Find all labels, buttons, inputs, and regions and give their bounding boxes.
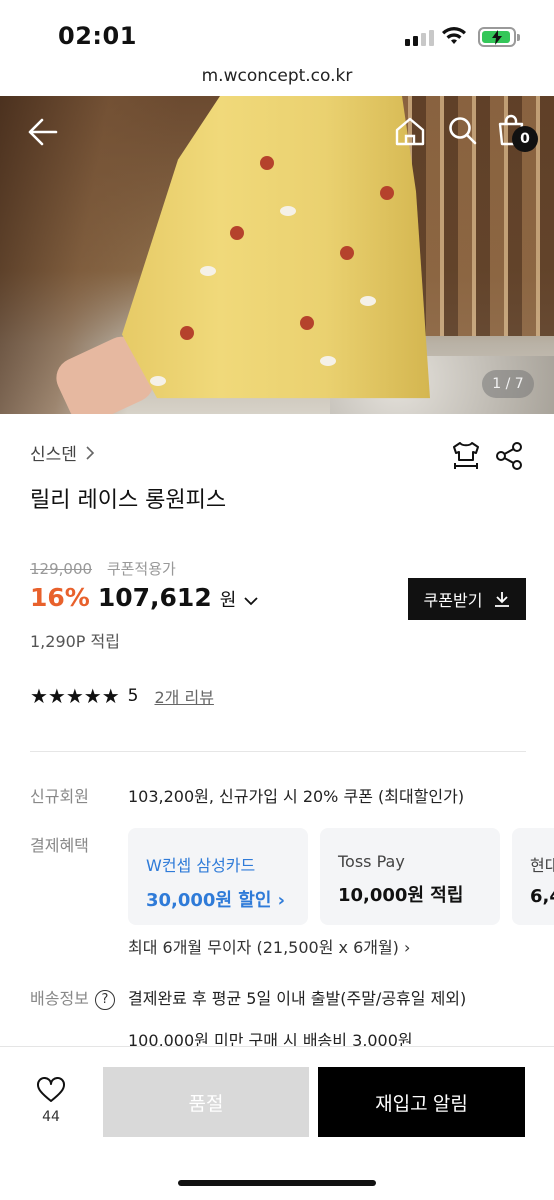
home-indicator	[178, 1180, 376, 1186]
heart-icon	[37, 1077, 65, 1102]
installment-info[interactable]: 최대 6개월 무이자 (21,500원 x 6개월) ›	[128, 934, 410, 958]
restock-alert-button[interactable]: 재입고 알림	[318, 1067, 525, 1137]
home-icon[interactable]	[394, 116, 426, 146]
status-time: 02:01	[58, 22, 137, 50]
cellular-signal-icon	[405, 30, 434, 46]
browser-url[interactable]: m.wconcept.co.kr	[0, 62, 554, 96]
bottom-action-bar: 44 품절 재입고 알림	[0, 1046, 554, 1200]
product-title: 릴리 레이스 롱원피스	[30, 488, 227, 513]
search-icon[interactable]	[448, 116, 478, 146]
battery-icon	[478, 27, 520, 47]
star-rating-icon: ★★★★★	[30, 684, 120, 708]
soldout-button[interactable]: 품절	[103, 1067, 309, 1137]
size-guide-icon[interactable]	[450, 440, 482, 472]
shipping-label: 배송정보?	[30, 985, 115, 1010]
wifi-icon	[442, 27, 466, 44]
original-price: 129,000	[30, 560, 93, 578]
chevron-right-icon	[86, 445, 95, 460]
rating-score: 5	[127, 686, 139, 706]
product-image[interactable]: 1 / 7	[0, 96, 554, 414]
shipping-line-1: 결제완료 후 평균 5일 이내 출발(주말/공휴일 제외)	[128, 989, 467, 1008]
payment-benefit-label: 결제혜택	[30, 836, 89, 855]
payment-card-samsung[interactable]: W컨셉 삼성카드 30,000원 할인 ›	[128, 828, 308, 925]
new-member-label: 신규회원	[30, 787, 89, 806]
coupon-download-button[interactable]: 쿠폰받기	[408, 578, 526, 620]
cart-count-badge: 0	[512, 126, 538, 152]
brand-link[interactable]: 신스덴	[30, 440, 95, 465]
coupon-button-label: 쿠폰받기	[423, 593, 483, 610]
download-icon	[495, 592, 510, 607]
image-counter: 1 / 7	[482, 370, 534, 398]
brand-name: 신스덴	[30, 445, 77, 465]
original-price-row: 129,000 쿠폰적용가	[30, 558, 176, 579]
chevron-down-icon[interactable]	[244, 596, 258, 606]
sale-price: 107,612	[97, 583, 212, 612]
help-icon[interactable]: ?	[94, 990, 115, 1010]
rating-row[interactable]: ★★★★★ 5 2개 리뷰	[30, 684, 214, 708]
reward-points: 1,290P 적립	[30, 632, 120, 651]
payment-card-tosspay[interactable]: Toss Pay 10,000원 적립	[320, 828, 500, 925]
currency: 원	[219, 590, 237, 611]
price-row[interactable]: 16% 107,612 원	[30, 583, 258, 612]
payment-card-hyundai[interactable]: 현대 6,4	[512, 828, 554, 925]
new-member-value: 103,200원, 신규가입 시 20% 쿠폰 (최대할인가)	[128, 787, 465, 806]
divider	[30, 751, 526, 752]
payment-cards: W컨셉 삼성카드 30,000원 할인 › Toss Pay 10,000원 적…	[128, 828, 554, 925]
share-icon[interactable]	[494, 441, 524, 471]
review-count-link[interactable]: 2개 리뷰	[154, 684, 213, 708]
wishlist-button[interactable]: 44	[26, 1077, 76, 1125]
back-arrow-icon[interactable]	[28, 118, 58, 146]
status-bar: 02:01	[0, 0, 554, 62]
discount-rate: 16%	[30, 583, 90, 612]
coupon-price-label: 쿠폰적용가	[106, 560, 176, 578]
wish-count: 44	[42, 1109, 60, 1125]
